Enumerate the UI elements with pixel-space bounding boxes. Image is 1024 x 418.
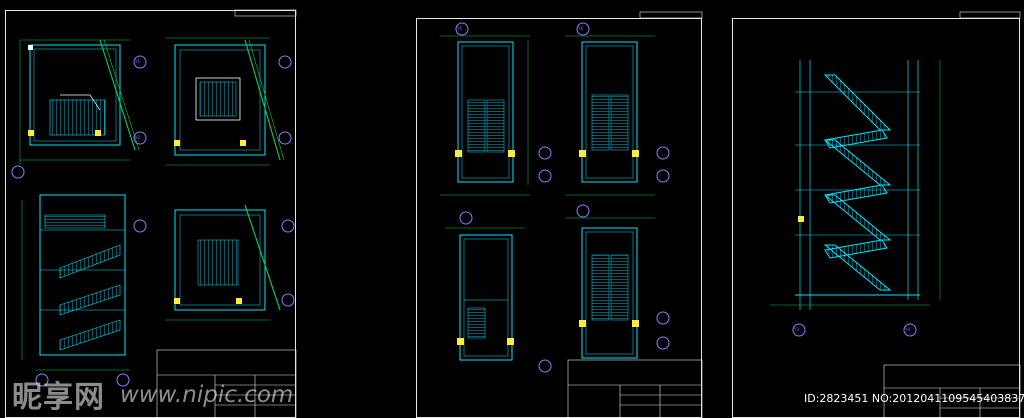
axis-label-y4: Y4: [905, 327, 910, 332]
axis-label-y5: Y5: [457, 26, 462, 31]
cad-drawing-canvas: [5, 9, 1021, 418]
sheet3-section: [770, 60, 941, 310]
sheet3-axis-bubbles: [792, 323, 917, 337]
image-id-line: ID:2823451 NO:20120411095454038372: [804, 392, 1024, 405]
axis-label-y2: Y2: [135, 135, 140, 140]
sheet2-plan-top-right: [565, 35, 655, 196]
sheet3-title-block: [883, 11, 1021, 418]
axis-label-y6: Y6: [578, 26, 583, 31]
axis-label-y1: Y1: [135, 59, 140, 64]
sheet1-plan-top-left: [19, 39, 140, 165]
nipic-url-watermark: www.nipic.com: [120, 382, 294, 408]
axis-label-y3: Y3: [794, 327, 799, 332]
sheet1-section-bottom-left: [21, 194, 130, 371]
sheet1-plan-top-right: [165, 37, 285, 166]
sheet2-plan-top-left: [440, 35, 530, 196]
sheet1-plan-bottom-right: [165, 204, 281, 321]
sheet2-plan-bottom-left: [445, 227, 525, 361]
nipic-logo-watermark: 昵享网: [12, 380, 105, 415]
sheet2-plan-bottom-right: [565, 217, 655, 359]
sheet1-title-block: [5, 9, 297, 418]
